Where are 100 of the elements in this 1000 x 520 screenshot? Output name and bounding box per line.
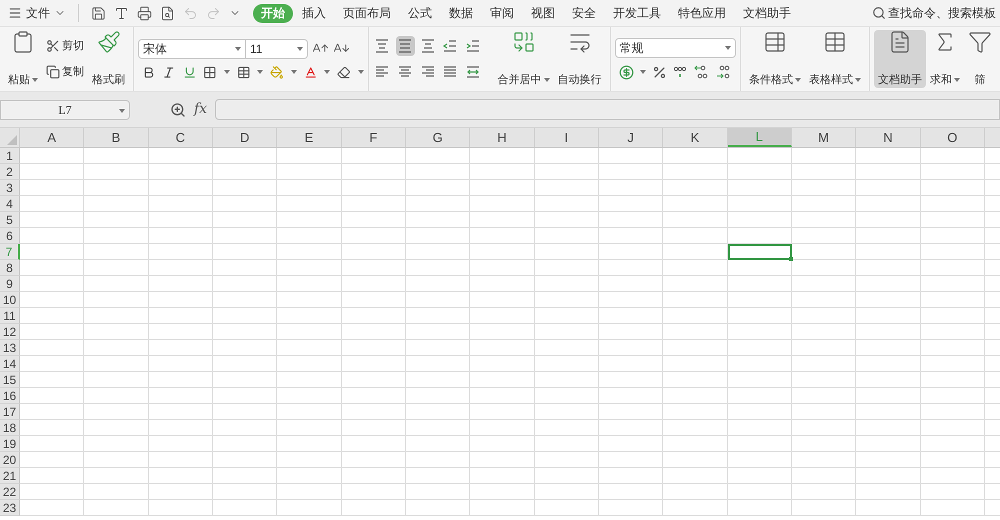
sheet-cell[interactable] <box>342 308 406 324</box>
sheet-cell[interactable] <box>856 148 921 164</box>
sheet-cell[interactable] <box>856 228 921 244</box>
sheet-cell[interactable] <box>792 468 856 484</box>
alignment-button[interactable] <box>396 36 414 56</box>
sheet-cell[interactable] <box>598 500 664 516</box>
sheet-cell[interactable] <box>277 484 342 500</box>
sheet-cell[interactable] <box>470 420 535 436</box>
function-label[interactable]: fx <box>194 99 208 120</box>
sheet-cell[interactable] <box>148 356 213 372</box>
sheet-cell[interactable] <box>534 148 599 164</box>
sheet-cell[interactable] <box>406 308 470 324</box>
sheet-cell[interactable] <box>856 324 921 340</box>
ribbon-tab[interactable]: 公式 <box>400 4 440 22</box>
ribbon-tool-button[interactable]: 文档助手 <box>874 30 926 88</box>
sheet-cell[interactable] <box>470 244 535 260</box>
sheet-cell[interactable] <box>277 244 342 260</box>
sheet-cell[interactable] <box>277 356 342 372</box>
sheet-cell[interactable] <box>148 244 213 260</box>
sheet-cell[interactable] <box>406 292 470 308</box>
sheet-cell[interactable] <box>20 164 84 180</box>
sheet-cell[interactable] <box>20 340 84 356</box>
sheet-cell[interactable] <box>856 180 921 196</box>
sheet-cell[interactable] <box>663 244 728 260</box>
sheet-cell[interactable] <box>20 148 84 164</box>
column-header[interactable]: O <box>920 128 985 147</box>
sheet-cell[interactable] <box>920 228 985 244</box>
sheet-cell[interactable] <box>277 420 342 436</box>
column-header[interactable]: D <box>212 128 278 147</box>
sheet-cell[interactable] <box>84 468 149 484</box>
sheet-cell[interactable] <box>728 276 792 292</box>
sheet-cell[interactable] <box>598 452 664 468</box>
sheet-cell[interactable] <box>534 196 599 212</box>
sheet-cell[interactable] <box>342 148 406 164</box>
sheet-cell[interactable] <box>20 452 84 468</box>
sheet-cell[interactable] <box>792 180 856 196</box>
sheet-cell[interactable] <box>148 420 213 436</box>
sheet-cell[interactable] <box>148 324 213 340</box>
row-header[interactable]: 22 <box>0 484 20 500</box>
italic-icon[interactable] <box>162 64 176 80</box>
sheet-cell[interactable] <box>470 388 535 404</box>
name-box[interactable]: L7 <box>0 100 130 120</box>
sheet-cell[interactable] <box>406 324 470 340</box>
sheet-cell[interactable] <box>342 228 406 244</box>
column-header[interactable]: F <box>342 128 406 147</box>
underline-icon[interactable] <box>182 64 196 80</box>
sheet-cell[interactable] <box>470 324 535 340</box>
sheet-cell[interactable] <box>728 388 792 404</box>
row-header[interactable]: 18 <box>0 420 20 436</box>
sheet-cell[interactable] <box>534 228 599 244</box>
sheet-cell[interactable] <box>856 356 921 372</box>
sheet-cell[interactable] <box>856 260 921 276</box>
sheet-cell[interactable] <box>406 260 470 276</box>
sheet-cell[interactable] <box>277 308 342 324</box>
sheet-cell[interactable] <box>84 260 149 276</box>
column-header[interactable]: C <box>148 128 213 147</box>
zoom-icon[interactable] <box>170 102 186 118</box>
sheet-cell[interactable] <box>406 276 470 292</box>
sheet-cell[interactable] <box>856 436 921 452</box>
sheet-cell[interactable] <box>663 148 728 164</box>
sheet-cell[interactable] <box>920 484 985 500</box>
sheet-cell[interactable] <box>84 148 149 164</box>
sheet-cell[interactable] <box>920 292 985 308</box>
sheet-cell[interactable] <box>920 452 985 468</box>
sheet-cell[interactable] <box>663 500 728 516</box>
sheet-cell[interactable] <box>20 404 84 420</box>
sheet-cell[interactable] <box>598 468 664 484</box>
sheet-cell[interactable] <box>856 404 921 420</box>
cut-button[interactable]: 剪切 <box>46 38 84 54</box>
sheet-cell[interactable] <box>406 212 470 228</box>
format-icon[interactable] <box>114 6 129 20</box>
sheet-cell[interactable] <box>342 196 406 212</box>
sheet-cell[interactable] <box>84 292 149 308</box>
fill-color-icon[interactable] <box>270 64 284 80</box>
sheet-cell[interactable] <box>792 484 856 500</box>
row-header[interactable]: 20 <box>0 452 20 468</box>
sheet-cell[interactable] <box>148 228 213 244</box>
sheet-cell[interactable] <box>470 180 535 196</box>
row-header[interactable]: 19 <box>0 436 20 452</box>
ribbon-tab[interactable]: 插入 <box>294 4 334 22</box>
increase-decimal-icon[interactable] <box>714 64 731 80</box>
sheet-cell[interactable] <box>792 500 856 516</box>
sheet-cell[interactable] <box>20 372 84 388</box>
sheet-cell[interactable] <box>277 196 342 212</box>
sheet-cell[interactable] <box>20 420 84 436</box>
borders-icon[interactable] <box>203 64 217 80</box>
column-header[interactable]: I <box>534 128 599 147</box>
sheet-cell[interactable] <box>598 372 664 388</box>
sheet-cell[interactable] <box>728 260 792 276</box>
row-header[interactable]: 1 <box>0 148 20 164</box>
sheet-cell[interactable] <box>342 244 406 260</box>
sheet-cell[interactable] <box>792 340 856 356</box>
sheet-cell[interactable] <box>212 404 278 420</box>
row-header[interactable]: 17 <box>0 404 20 420</box>
sheet-cell[interactable] <box>406 372 470 388</box>
sheet-cell[interactable] <box>342 292 406 308</box>
sheet-cell[interactable] <box>20 500 84 516</box>
sheet-cell[interactable] <box>342 340 406 356</box>
sheet-cell[interactable] <box>534 244 599 260</box>
sheet-cell[interactable] <box>84 164 149 180</box>
